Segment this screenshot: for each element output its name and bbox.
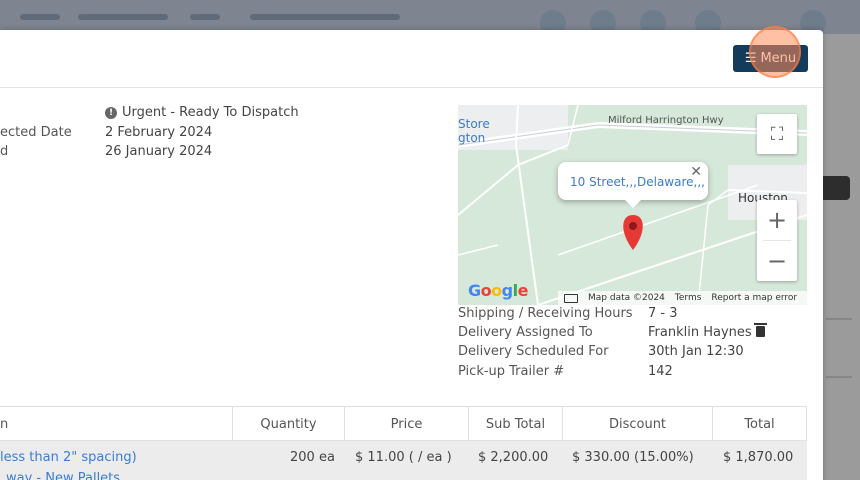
zoom-out-button[interactable]: − xyxy=(757,241,797,281)
map-report-link[interactable]: Report a map error xyxy=(711,293,797,303)
minus-icon: − xyxy=(766,247,788,275)
status-badge: ! Urgent - Ready To Dispatch xyxy=(105,105,299,120)
item-total: $ 1,870.00 xyxy=(723,449,794,465)
background-button xyxy=(820,176,850,200)
background-divider xyxy=(826,318,852,320)
alert-icon: ! xyxy=(105,106,117,119)
background-breadcrumb xyxy=(190,14,220,20)
google-logo: Google xyxy=(468,281,528,300)
table-header: n Quantity Price Sub Total Discount Tota… xyxy=(0,406,807,441)
menu-button[interactable]: ☰ Menu xyxy=(733,45,808,72)
status-text: Urgent - Ready To Dispatch xyxy=(122,105,299,120)
ordered-date-value: 26 January 2024 xyxy=(105,144,213,159)
map-attribution: Map data ©2024 Terms Report a map error xyxy=(558,291,807,305)
fullscreen-button[interactable]: ⛶ xyxy=(757,114,797,154)
expected-date-label: ected Date xyxy=(0,125,72,140)
map-road-label: Milford Harrington Hwy xyxy=(608,115,724,126)
background-topbar xyxy=(0,0,860,36)
assigned-to-value: Franklin Haynes xyxy=(648,323,767,340)
item-discount: $ 330.00 (15.00%) xyxy=(572,449,694,465)
map-place-label: gton xyxy=(458,131,486,145)
map-terms-link[interactable]: Terms xyxy=(675,293,702,303)
column-header-price: Price xyxy=(344,407,468,441)
fullscreen-icon: ⛶ xyxy=(770,123,784,145)
map-data-text: Map data ©2024 xyxy=(588,293,665,303)
column-header-quantity: Quantity xyxy=(232,407,344,441)
background-breadcrumb xyxy=(250,14,400,20)
shipping-hours-label: Shipping / Receiving Hours xyxy=(458,306,633,321)
column-header-total: Total xyxy=(712,407,807,441)
item-price: $ 11.00 ( / ea ) xyxy=(355,449,452,465)
table-row: less than 2" spacing) way - New Pallets … xyxy=(0,441,807,480)
order-modal: ☰ Menu ! Urgent - Ready To Dispatch ecte… xyxy=(0,30,823,480)
driver-name: Franklin Haynes xyxy=(648,325,752,340)
item-description-link[interactable]: way - New Pallets xyxy=(6,462,120,480)
scheduled-for-value: 30th Jan 12:30 xyxy=(648,344,744,359)
item-subtotal: $ 2,200.00 xyxy=(478,449,549,465)
menu-label: Menu xyxy=(760,51,797,66)
close-icon[interactable]: ✕ xyxy=(690,164,702,180)
column-header-item: n xyxy=(0,416,9,432)
ordered-date-label: d xyxy=(0,144,9,159)
expected-date-value: 2 February 2024 xyxy=(105,125,213,140)
column-header-discount: Discount xyxy=(562,407,712,441)
map-place-label: Store xyxy=(458,117,490,131)
trailer-label: Pick-up Trailer # xyxy=(458,364,565,379)
item-quantity: 200 ea xyxy=(290,449,335,465)
background-divider xyxy=(826,376,852,378)
modal-header: ☰ Menu xyxy=(0,30,823,88)
zoom-controls: + − xyxy=(757,200,797,281)
hamburger-icon: ☰ xyxy=(744,51,757,66)
shipping-hours-value: 7 - 3 xyxy=(648,306,678,321)
delivery-map[interactable]: Store gton Milford Harrington Hwy Housto… xyxy=(458,105,807,305)
scheduled-for-label: Delivery Scheduled For xyxy=(458,344,609,359)
assigned-to-label: Delivery Assigned To xyxy=(458,325,593,340)
map-info-popup[interactable]: 10 Street,,,Delaware,,, ✕ xyxy=(558,162,708,208)
background-breadcrumb xyxy=(20,14,60,20)
background-breadcrumb xyxy=(78,14,168,20)
trash-icon[interactable] xyxy=(753,323,767,337)
popup-address-link[interactable]: 10 Street,,,Delaware,,, xyxy=(570,175,705,189)
plus-icon: + xyxy=(766,206,788,234)
column-header-subtotal: Sub Total xyxy=(468,407,562,441)
zoom-in-button[interactable]: + xyxy=(757,200,797,240)
trailer-value: 142 xyxy=(648,364,673,379)
keyboard-icon[interactable] xyxy=(564,293,578,303)
